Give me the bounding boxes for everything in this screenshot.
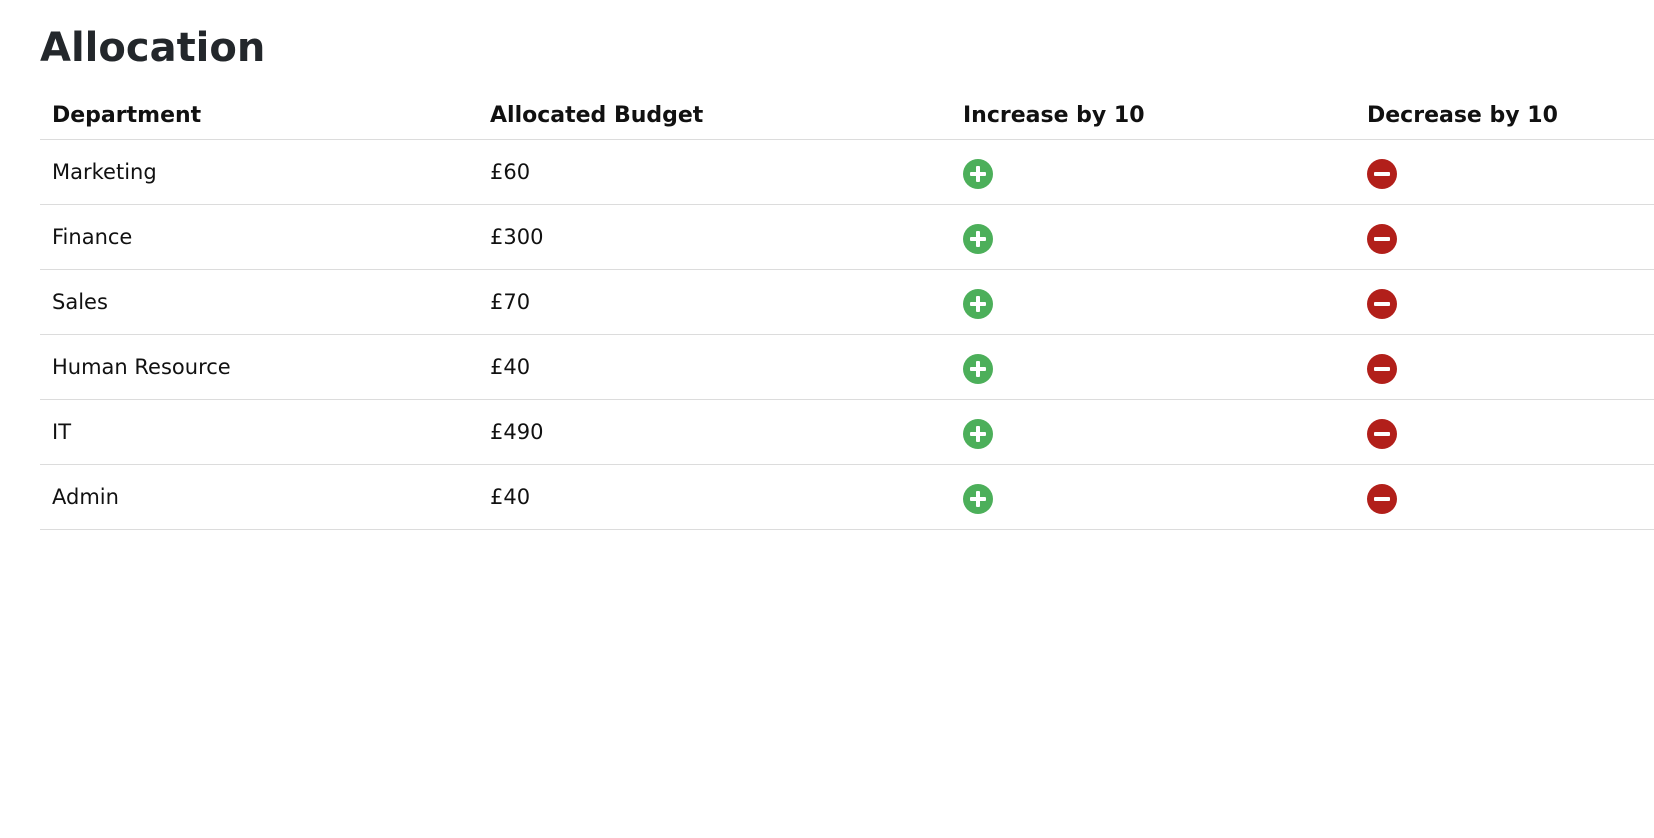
increase-cell [951,204,1355,270]
budget-cell: £60 [478,139,951,205]
table-row: IT £490 [40,399,1654,465]
budget-cell: £300 [478,204,951,270]
increase-cell [951,464,1355,530]
department-cell: IT [40,399,478,465]
minus-circle-icon[interactable] [1367,158,1397,189]
plus-circle-icon[interactable] [963,418,993,449]
table-row: Finance £300 [40,204,1654,270]
column-header-allocated-budget: Allocated Budget [478,88,951,140]
decrease-cell [1355,269,1654,335]
increase-cell [951,139,1355,205]
budget-cell: £490 [478,399,951,465]
table-row: Human Resource £40 [40,334,1654,400]
minus-circle-icon[interactable] [1367,353,1397,384]
allocation-table: Department Allocated Budget Increase by … [40,88,1654,530]
increase-cell [951,334,1355,400]
table-row: Marketing £60 [40,139,1654,205]
plus-circle-icon[interactable] [963,158,993,189]
page-title: Allocation [40,25,266,71]
department-cell: Human Resource [40,334,478,400]
header-row: Department Allocated Budget Increase by … [40,88,1654,140]
minus-circle-icon[interactable] [1367,288,1397,319]
plus-circle-icon[interactable] [963,483,993,514]
decrease-cell [1355,204,1654,270]
department-cell: Admin [40,464,478,530]
minus-circle-icon[interactable] [1367,418,1397,449]
table-header: Department Allocated Budget Increase by … [40,88,1654,140]
minus-circle-icon[interactable] [1367,483,1397,514]
minus-circle-icon[interactable] [1367,223,1397,254]
column-header-department: Department [40,88,478,140]
budget-cell: £40 [478,464,951,530]
plus-circle-icon[interactable] [963,353,993,384]
department-cell: Marketing [40,139,478,205]
table-row: Admin £40 [40,464,1654,530]
column-header-increase: Increase by 10 [951,88,1355,140]
allocation-page: Allocation Department Allocated Budget I… [40,22,1654,530]
decrease-cell [1355,334,1654,400]
table-body: Marketing £60 Finance £300 Sales £70 Hum… [40,139,1654,530]
decrease-cell [1355,399,1654,465]
budget-cell: £70 [478,269,951,335]
department-cell: Sales [40,269,478,335]
budget-cell: £40 [478,334,951,400]
increase-cell [951,399,1355,465]
decrease-cell [1355,139,1654,205]
plus-circle-icon[interactable] [963,223,993,254]
increase-cell [951,269,1355,335]
plus-circle-icon[interactable] [963,288,993,319]
column-header-decrease: Decrease by 10 [1355,88,1654,140]
department-cell: Finance [40,204,478,270]
decrease-cell [1355,464,1654,530]
table-row: Sales £70 [40,269,1654,335]
